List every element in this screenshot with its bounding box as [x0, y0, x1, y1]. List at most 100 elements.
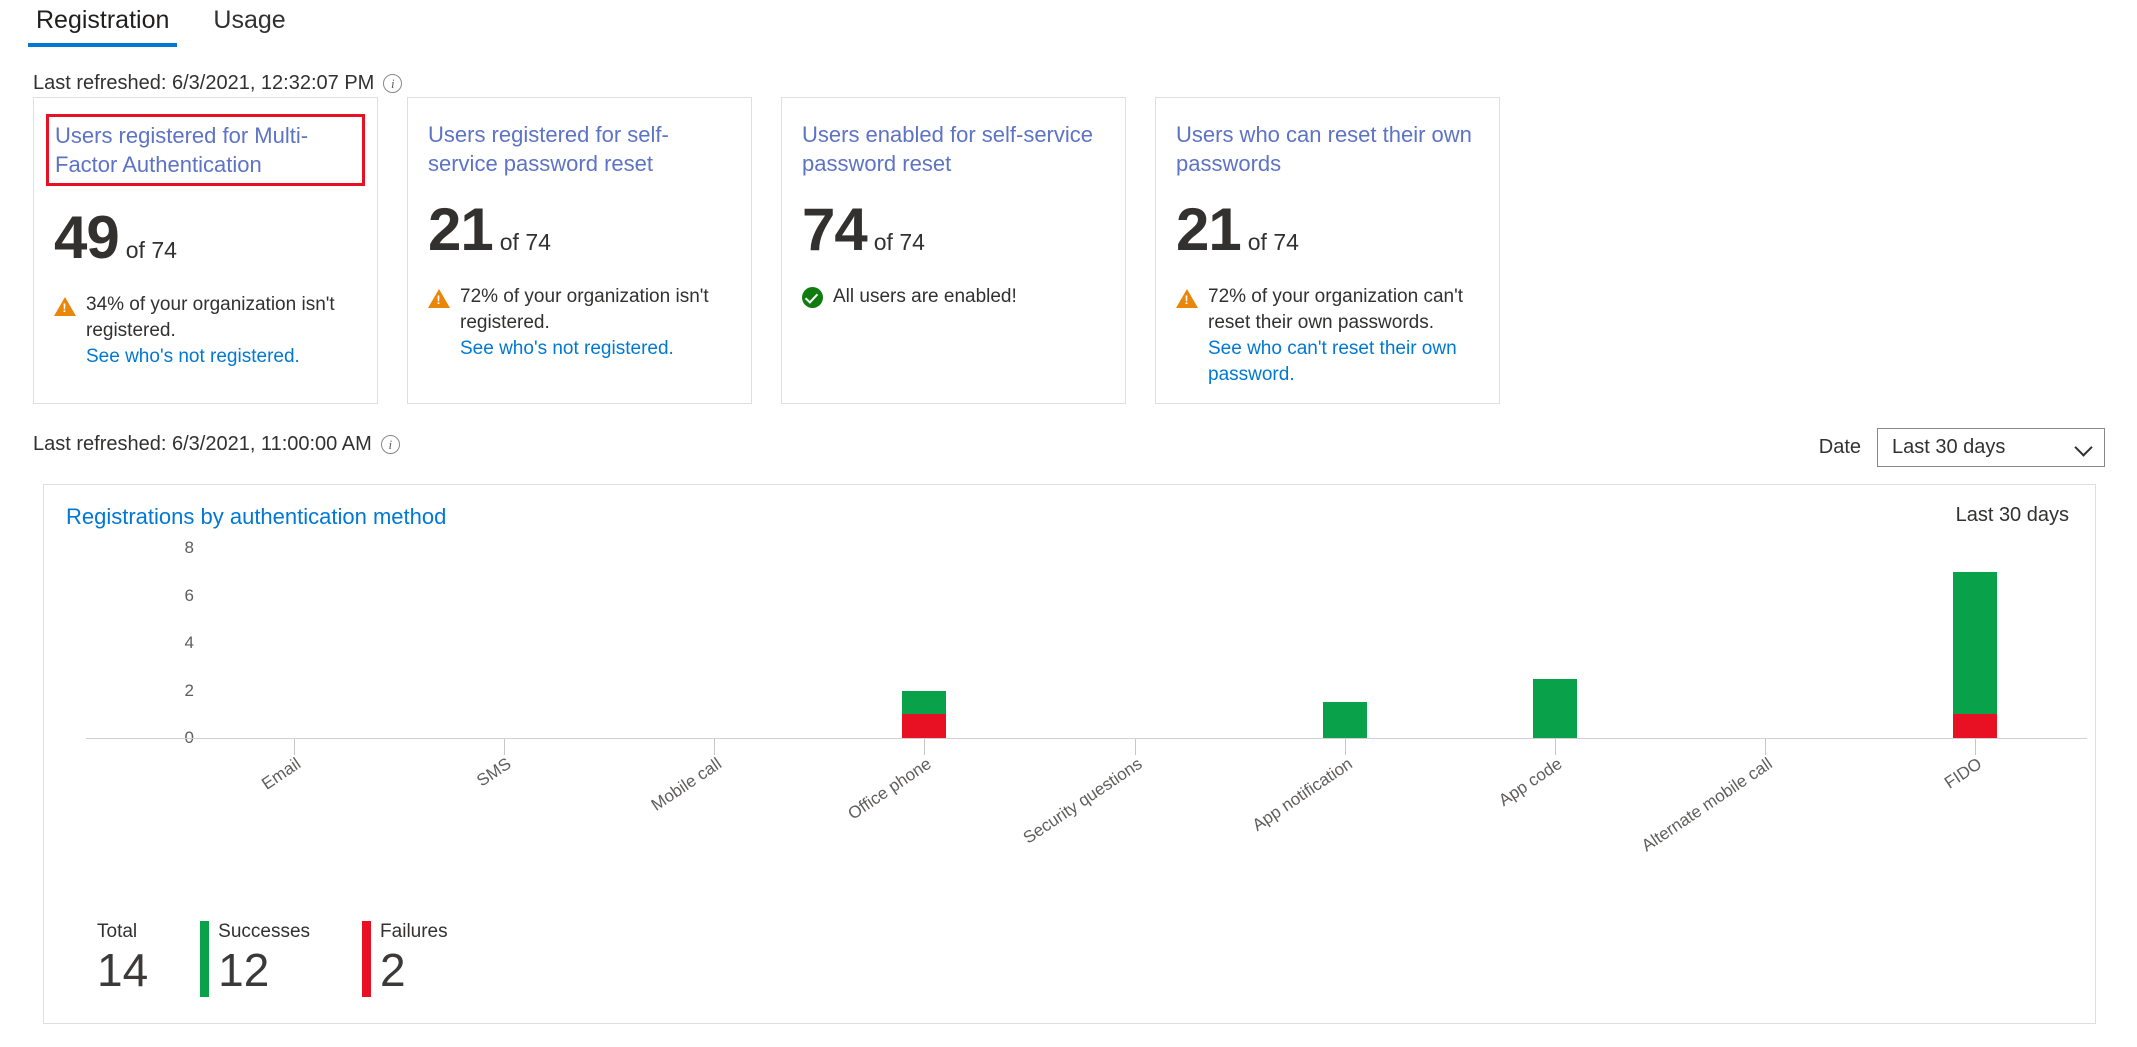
x-axis-tick [1344, 739, 1346, 755]
bar-app-code[interactable] [1532, 678, 1577, 738]
summary-total-text: Total 14 [97, 921, 148, 997]
chart-range-label: Last 30 days [1955, 504, 2069, 526]
card-status-text-block: All users are enabled! [833, 284, 1017, 310]
x-axis-tick [1554, 739, 1556, 755]
card-status-text: 72% of your organization isn't registere… [460, 286, 709, 333]
card-status-text: 34% of your organization isn't registere… [86, 294, 335, 341]
x-axis-label: Alternate mobile call [1637, 754, 1776, 856]
date-filter-label: Date [1818, 436, 1861, 458]
card-title-link[interactable]: Users enabled for self-service password … [802, 120, 1102, 178]
summary-total-label: Total [97, 921, 138, 942]
card-title-link[interactable]: Users who can reset their own passwords [1176, 120, 1476, 178]
tab-usage[interactable]: Usage [191, 0, 307, 47]
summary-failures-text: Failures 2 [380, 921, 448, 997]
success-icon [802, 287, 823, 308]
chevron-down-icon [2076, 440, 2091, 455]
summary-total-value: 14 [97, 944, 149, 996]
warning-icon [428, 289, 450, 308]
card-status-text: 72% of your organization can't reset the… [1208, 286, 1464, 333]
x-axis-label: App notification [1248, 754, 1356, 835]
bar-office-phone[interactable] [902, 690, 947, 738]
x-axis-label: Security questions [1019, 754, 1146, 848]
card-value: 21 [1176, 196, 1242, 263]
card-status: 72% of your organization can't reset the… [1176, 284, 1479, 388]
card-status-link[interactable]: See who's not registered. [460, 338, 674, 359]
card-status-text-block: 72% of your organization isn't registere… [460, 284, 731, 362]
tab-registration[interactable]: Registration [14, 0, 191, 47]
bar-segment-failures [902, 714, 947, 738]
chart-summary-legend: Total 14 Successes 12 Failures 2 [97, 921, 448, 997]
card-status-text: All users are enabled! [833, 286, 1017, 307]
x-axis-tick [924, 739, 926, 755]
x-axis-tick [1134, 739, 1136, 755]
summary-successes-label: Successes [218, 921, 311, 942]
summary-failures-value: 2 [380, 944, 406, 996]
card-total: of 74 [873, 229, 925, 255]
card-value: 21 [428, 196, 494, 263]
card-value-row: 21 of 74 [428, 200, 731, 260]
card-status-text-block: 34% of your organization isn't registere… [86, 292, 357, 370]
x-axis-tick [714, 739, 716, 755]
card-total: of 74 [499, 229, 551, 255]
card-highlight-box: Users registered for Multi-Factor Authen… [46, 114, 365, 186]
card-value-row: 21 of 74 [1176, 200, 1479, 260]
bar-segment-successes [1322, 702, 1367, 738]
date-filter: Date Last 30 days [1819, 428, 2105, 467]
summary-successes: Successes 12 [200, 921, 310, 997]
card-total: of 74 [125, 237, 177, 263]
card-value: 74 [802, 196, 868, 263]
card-title-wrap: Users who can reset their own passwords [1176, 120, 1479, 178]
card-title-link[interactable]: Users registered for Multi-Factor Authen… [55, 121, 355, 179]
last-refreshed-chart: Last refreshed: 6/3/2021, 11:00:00 AM i [33, 433, 400, 456]
date-range-select[interactable]: Last 30 days [1877, 428, 2105, 467]
tab-usage-label: Usage [213, 6, 286, 34]
card-status-link[interactable]: See who's not registered. [86, 346, 300, 367]
bar-segment-successes [902, 690, 947, 715]
card-title-link[interactable]: Users registered for self-service passwo… [428, 120, 728, 178]
last-refreshed-top-text: Last refreshed: 6/3/2021, 12:32:07 PM [33, 72, 375, 94]
page-root: Registration Usage Last refreshed: 6/3/2… [0, 0, 2137, 1047]
card-status-link[interactable]: See who can't reset their own password. [1208, 338, 1457, 385]
bar-app-notification[interactable] [1322, 702, 1367, 738]
bar-fido[interactable] [1952, 571, 1997, 738]
x-axis-label: SMS [473, 754, 515, 791]
last-refreshed-top: Last refreshed: 6/3/2021, 12:32:07 PM i [33, 72, 403, 95]
chart-title-link[interactable]: Registrations by authentication method [66, 504, 446, 530]
chart-bars [189, 548, 2080, 755]
bar-segment-failures [1952, 714, 1997, 738]
chart-header: Registrations by authentication method L… [44, 485, 2095, 530]
card-status-text-block: 72% of your organization can't reset the… [1208, 284, 1479, 388]
card-title-wrap: Users enabled for self-service password … [802, 120, 1105, 178]
chart-plot: 02468 EmailSMSMobile callOffice phoneSec… [44, 538, 2095, 855]
card-total: of 74 [1247, 229, 1299, 255]
tab-registration-label: Registration [36, 6, 170, 34]
warning-icon [1176, 289, 1198, 308]
card-title-wrap: Users registered for self-service passwo… [428, 120, 731, 178]
summary-total: Total 14 [97, 921, 148, 997]
info-icon[interactable]: i [380, 435, 400, 454]
summary-successes-text: Successes 12 [218, 921, 310, 997]
success-swatch-icon [200, 921, 210, 997]
card-value: 49 [54, 204, 120, 271]
metric-cards: Users registered for Multi-Factor Authen… [33, 97, 1500, 404]
card-value-row: 74 of 74 [802, 200, 1105, 260]
summary-successes-value: 12 [218, 944, 270, 996]
x-axis-label: Office phone [844, 754, 936, 824]
x-axis-tick [294, 739, 296, 755]
chart-panel: Registrations by authentication method L… [43, 484, 2096, 1024]
info-icon[interactable]: i [383, 74, 403, 93]
x-axis-labels: Email SMS Mobile call Office phone Security … [189, 754, 2080, 855]
summary-failures-label: Failures [380, 921, 448, 942]
card-sspr-registered: Users registered for self-service passwo… [407, 97, 752, 404]
card-value-row: 49 of 74 [54, 208, 357, 268]
bar-segment-successes [1532, 678, 1577, 738]
summary-failures: Failures 2 [362, 921, 448, 997]
date-range-value: Last 30 days [1892, 436, 2006, 458]
x-axis-label: Email [258, 754, 305, 794]
card-sspr-enabled: Users enabled for self-service password … [781, 97, 1126, 404]
bar-segment-successes [1952, 571, 1997, 715]
tab-bar: Registration Usage [0, 0, 2137, 52]
x-axis-tick [504, 739, 506, 755]
x-axis-label: Mobile call [647, 754, 726, 815]
warning-icon [54, 297, 76, 316]
